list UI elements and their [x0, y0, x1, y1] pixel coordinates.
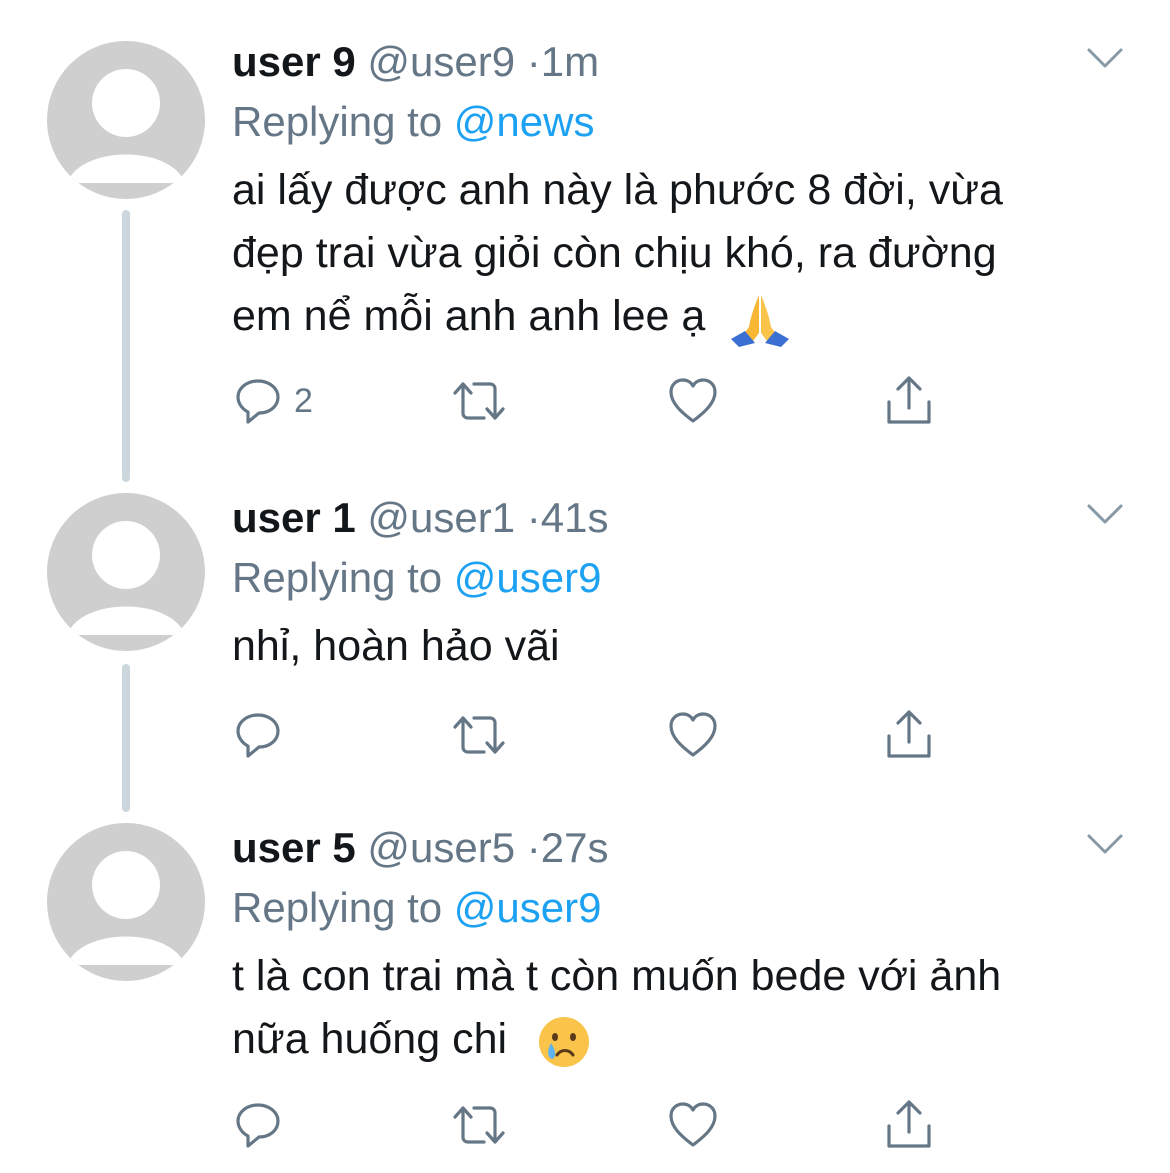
tweet-header: user 5 @user5 ·27s	[232, 823, 609, 873]
replying-to: Replying to @news	[232, 97, 594, 147]
display-name[interactable]: user 5	[232, 824, 356, 871]
tweet-text-line: đẹp trai vừa giỏi còn chịu khó, ra đường	[232, 229, 997, 277]
share-icon	[887, 376, 931, 424]
reply-icon	[236, 713, 280, 758]
tweet-actions	[232, 1095, 952, 1155]
chevron-down-icon[interactable]	[1086, 831, 1124, 857]
tweet-text: t là con trai mà t còn muốn bede với ảnh…	[232, 945, 1112, 1071]
replying-prefix: Replying to	[232, 98, 454, 145]
timestamp[interactable]: 41s	[541, 494, 609, 541]
reply-icon	[236, 379, 280, 424]
user-handle[interactable]: @user5	[367, 824, 515, 871]
tweet-actions	[232, 705, 952, 765]
avatar[interactable]	[47, 493, 205, 651]
retweet-button[interactable]	[450, 1095, 508, 1155]
share-button[interactable]	[882, 371, 936, 431]
tweet-header: user 1 @user1 ·41s	[232, 493, 609, 543]
replying-prefix: Replying to	[232, 884, 454, 931]
share-icon	[887, 710, 931, 758]
share-button[interactable]	[882, 705, 936, 765]
chevron-down-icon[interactable]	[1086, 501, 1124, 527]
tweet-text-line: nhỉ, hoàn hảo vãi	[232, 622, 560, 670]
separator-dot: ·	[526, 824, 541, 871]
retweet-icon	[453, 1106, 505, 1144]
retweet-button[interactable]	[450, 705, 508, 765]
default-avatar-icon	[67, 851, 185, 965]
timestamp[interactable]: 1m	[541, 38, 599, 85]
replying-to-link[interactable]: @user9	[454, 554, 602, 601]
reply-button[interactable]	[232, 705, 294, 765]
user-handle[interactable]: @user1	[367, 494, 515, 541]
avatar[interactable]	[47, 41, 205, 199]
tweet-actions: 2	[232, 371, 952, 431]
share-button[interactable]	[882, 1095, 936, 1155]
tweet-text-line: t là con trai mà t còn muốn bede với ảnh	[232, 952, 1002, 1000]
reply-icon	[236, 1103, 280, 1148]
like-button[interactable]	[666, 1095, 720, 1155]
replying-to: Replying to @user9	[232, 553, 602, 603]
retweet-button[interactable]	[450, 371, 508, 431]
like-button[interactable]	[666, 371, 720, 431]
default-avatar-icon	[67, 69, 185, 183]
reply-button[interactable]: 2	[232, 371, 313, 431]
default-avatar-icon	[67, 521, 185, 635]
heart-icon	[669, 1102, 717, 1147]
like-button[interactable]	[666, 705, 720, 765]
separator-dot: ·	[526, 38, 541, 85]
retweet-icon	[453, 716, 505, 754]
folded-hands-emoji	[731, 294, 790, 347]
separator-dot: ·	[526, 494, 541, 541]
heart-icon	[669, 378, 717, 423]
share-icon	[887, 1100, 931, 1148]
display-name[interactable]: user 1	[232, 494, 356, 541]
reply-button[interactable]	[232, 1095, 294, 1155]
tweet-text: ai lấy được anh này là phước 8 đời, vừa …	[232, 159, 1112, 348]
replying-prefix: Replying to	[232, 554, 454, 601]
user-handle[interactable]: @user9	[367, 38, 515, 85]
crying-face-emoji	[539, 1016, 590, 1067]
tweet[interactable]: user 1 @user1 ·41s Replying to @user9 nh…	[0, 493, 1170, 793]
replying-to-link[interactable]: @user9	[454, 884, 602, 931]
display-name[interactable]: user 9	[232, 38, 356, 85]
tweet-text-line: ai lấy được anh này là phước 8 đời, vừa	[232, 166, 1003, 214]
tweet-header: user 9 @user9 ·1m	[232, 37, 599, 87]
avatar[interactable]	[47, 823, 205, 981]
tweet-text-line: nữa huống chi	[232, 1015, 508, 1063]
chevron-down-icon[interactable]	[1086, 45, 1124, 71]
tweet-text-line: em nể mỗi anh anh lee ạ	[232, 292, 706, 340]
tweet[interactable]: user 9 @user9 ·1m Replying to @news ai l…	[0, 37, 1170, 457]
tweet[interactable]: user 5 @user5 ·27s Replying to @user9 t …	[0, 823, 1170, 1173]
replying-to: Replying to @user9	[232, 883, 602, 933]
heart-icon	[669, 712, 717, 757]
tweet-text: nhỉ, hoàn hảo vãi	[232, 615, 1112, 678]
replying-to-link[interactable]: @news	[454, 98, 595, 145]
reply-count: 2	[294, 381, 313, 420]
retweet-icon	[453, 382, 505, 420]
timestamp[interactable]: 27s	[541, 824, 609, 871]
